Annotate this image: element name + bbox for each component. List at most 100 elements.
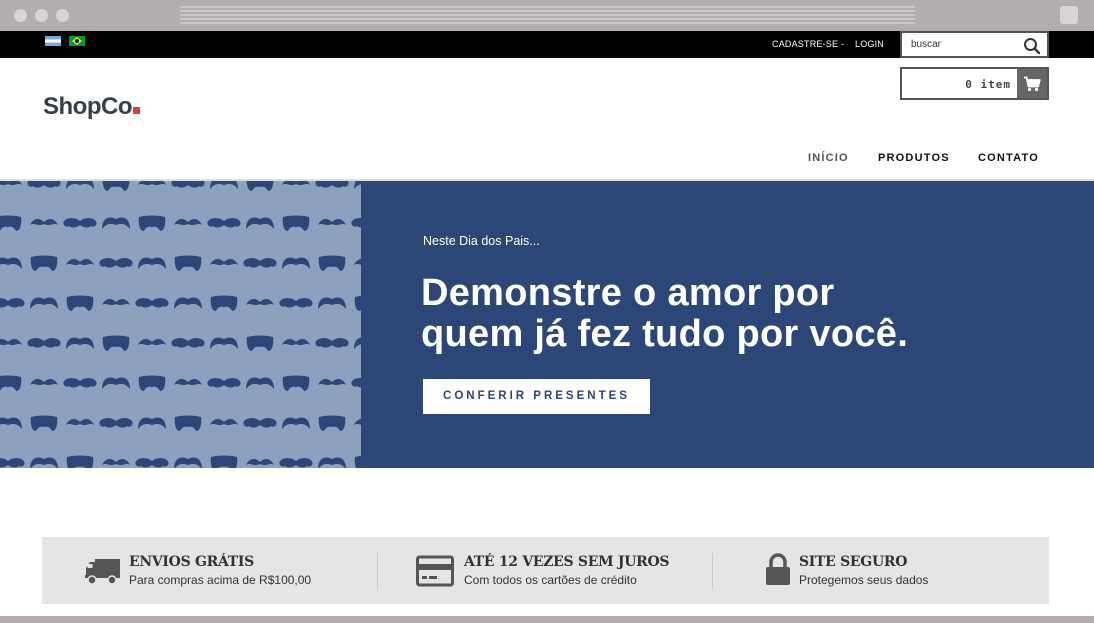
mustache-shape bbox=[354, 259, 361, 265]
mustache-shape bbox=[279, 458, 313, 468]
cart-button[interactable]: 0 item bbox=[900, 67, 1049, 100]
lock-icon bbox=[766, 553, 790, 585]
mustache-shape bbox=[354, 295, 361, 311]
mustache-shape bbox=[30, 415, 58, 431]
brazil-flag-icon[interactable] bbox=[69, 36, 85, 46]
mustache-shape bbox=[99, 418, 133, 428]
mustache-shape bbox=[138, 375, 166, 391]
mustache-shape bbox=[174, 255, 202, 271]
mustache-shape bbox=[210, 181, 238, 189]
browser-menu-button[interactable] bbox=[1060, 6, 1078, 24]
mustache-shape bbox=[282, 338, 310, 345]
mustache-shape bbox=[318, 255, 346, 271]
cart-icon[interactable] bbox=[1017, 69, 1047, 98]
mustache-shape bbox=[210, 295, 238, 311]
feature-subtitle: Protegemos seus dados bbox=[799, 573, 929, 587]
mustache-shape bbox=[0, 298, 25, 308]
feature-installments: ATÉ 12 VEZES SEM JUROS Com todos os cart… bbox=[378, 537, 713, 604]
search-input[interactable] bbox=[902, 33, 1017, 56]
mustache-shape bbox=[174, 297, 202, 309]
mustache-shape bbox=[243, 418, 277, 428]
mustache-shape bbox=[318, 378, 346, 385]
mustache-shape bbox=[279, 298, 313, 308]
mustache-shape bbox=[246, 377, 274, 389]
nav-item-produtos[interactable]: PRODUTOS bbox=[878, 152, 950, 164]
mustache-shape bbox=[246, 298, 274, 305]
search-icon[interactable] bbox=[1023, 37, 1041, 55]
cart-count-label: 0 item bbox=[965, 78, 1011, 91]
hero-title-line-2: quem já fez tudo por você. bbox=[421, 313, 909, 355]
mustache-shape bbox=[351, 378, 361, 388]
mustache-shape bbox=[318, 297, 346, 309]
mustache-shape bbox=[66, 418, 94, 425]
mustache-shape bbox=[318, 415, 346, 431]
logo-text: ShopCo bbox=[43, 93, 132, 120]
mustache-shape bbox=[243, 258, 277, 268]
mustache-shape bbox=[0, 215, 22, 231]
login-link[interactable]: LOGIN bbox=[855, 39, 884, 49]
mustache-shape bbox=[138, 417, 166, 429]
shop-gifts-button[interactable]: CONFERIR PRESENTES bbox=[423, 379, 650, 414]
mustache-shape bbox=[27, 181, 61, 188]
mustache-shape bbox=[66, 455, 94, 468]
register-link[interactable]: CADASTRE-SE bbox=[772, 39, 838, 49]
mustache-shape bbox=[318, 457, 346, 468]
mustache-shape bbox=[246, 335, 274, 351]
mustache-shape bbox=[171, 181, 205, 188]
mustache-shape bbox=[354, 181, 361, 189]
mustache-shape bbox=[135, 458, 169, 468]
shopco-logo[interactable]: ShopCo bbox=[43, 93, 140, 121]
mustache-shape bbox=[138, 215, 166, 231]
argentina-flag-icon[interactable] bbox=[45, 36, 61, 46]
mustache-shape bbox=[102, 298, 130, 305]
mustache-shape bbox=[0, 375, 22, 391]
mustache-shape bbox=[315, 338, 349, 348]
feature-title: SITE SEGURO bbox=[799, 554, 908, 570]
mustache-shape bbox=[174, 415, 202, 431]
hero-title: Demonstre o amor por quem já fez tudo po… bbox=[421, 273, 1021, 355]
mustache-shape bbox=[246, 217, 274, 229]
mustache-shape bbox=[246, 181, 274, 191]
mustache-shape bbox=[66, 337, 94, 349]
mustache-shape bbox=[138, 181, 166, 185]
mustache-shape bbox=[30, 255, 58, 271]
nav-item-contato[interactable]: CONTATO bbox=[978, 152, 1039, 164]
browser-chrome bbox=[0, 0, 1094, 31]
mustache-shape bbox=[66, 295, 94, 311]
mustache-pattern-image bbox=[0, 181, 361, 468]
hero-title-line-1: Demonstre o amor por bbox=[421, 272, 835, 314]
mustache-shape bbox=[0, 417, 22, 429]
mustache-shape bbox=[174, 218, 202, 225]
web-page: CADASTRE-SE - LOGIN ShopCo 0 item INÍCIO… bbox=[0, 31, 1094, 616]
mustache-shape bbox=[354, 419, 361, 425]
mustache-shape bbox=[210, 455, 238, 468]
mustache-shape bbox=[0, 181, 22, 185]
mustache-shape bbox=[102, 335, 130, 351]
mustache-shape bbox=[282, 375, 310, 391]
feature-title: ENVIOS GRÁTIS bbox=[129, 554, 254, 570]
hero-kicker: Neste Dia dos Pais... bbox=[423, 234, 540, 248]
mustache-shape bbox=[351, 218, 361, 228]
mustache-pattern-svg bbox=[0, 181, 361, 468]
credit-card-icon bbox=[416, 555, 454, 587]
mustache-shape bbox=[99, 258, 133, 268]
address-bar[interactable] bbox=[180, 6, 915, 24]
mustache-shape bbox=[210, 258, 238, 265]
mustache-shape bbox=[30, 297, 58, 309]
mustache-shape bbox=[30, 457, 58, 468]
feature-title: ATÉ 12 VEZES SEM JUROS bbox=[464, 554, 670, 570]
mustache-shape bbox=[102, 458, 130, 465]
window-close-dot[interactable] bbox=[14, 9, 27, 22]
mustache-shape bbox=[318, 218, 346, 225]
hero-banner: Neste Dia dos Pais... Demonstre o amor p… bbox=[0, 181, 1094, 468]
search-box bbox=[900, 31, 1049, 58]
window-maximize-dot[interactable] bbox=[56, 9, 69, 22]
mustache-shape bbox=[282, 181, 310, 185]
window-minimize-dot[interactable] bbox=[35, 9, 48, 22]
mustache-shape bbox=[246, 458, 274, 465]
mustache-shape bbox=[171, 338, 205, 348]
mustache-shape bbox=[354, 455, 361, 468]
mustache-shape bbox=[174, 378, 202, 385]
mustache-shape bbox=[0, 458, 25, 468]
nav-item-inicio[interactable]: INÍCIO bbox=[808, 152, 849, 164]
